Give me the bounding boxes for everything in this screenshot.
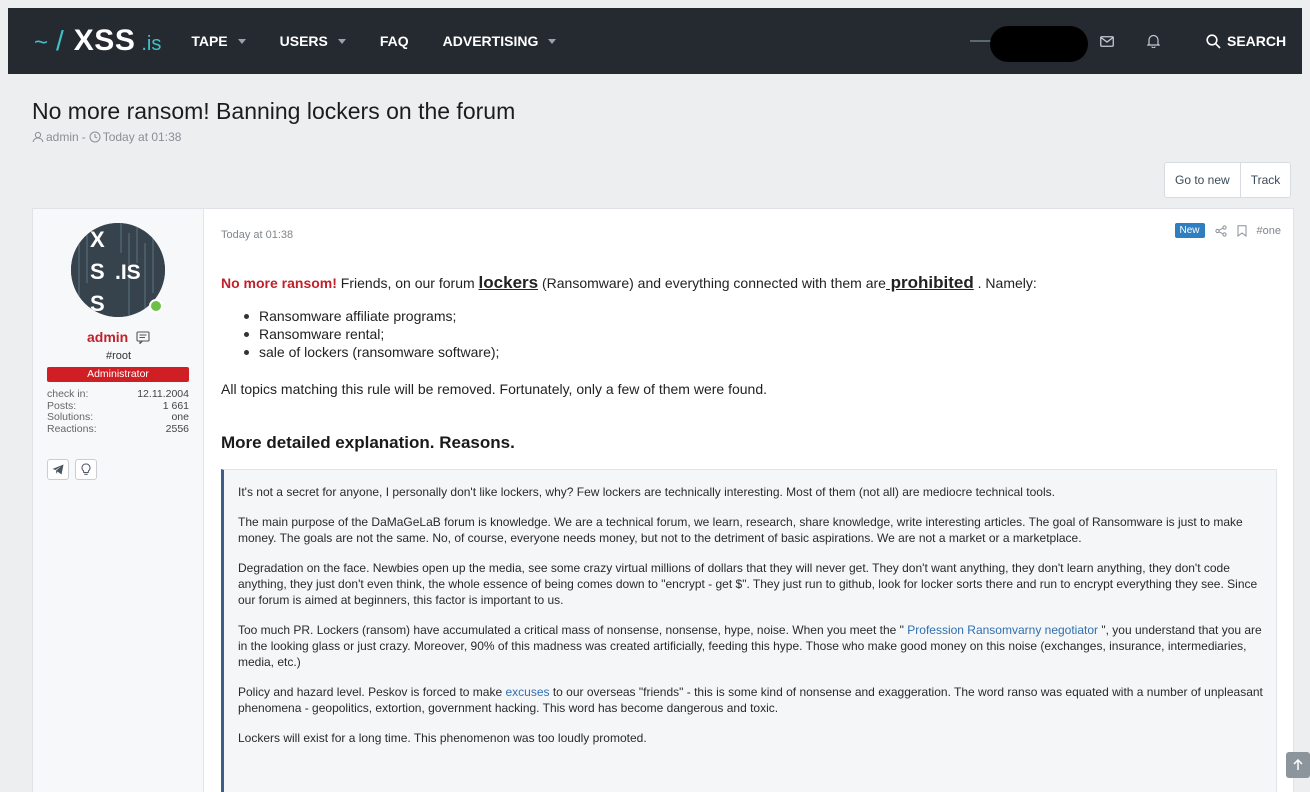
post-anchor-link[interactable]: #one (1257, 225, 1281, 237)
meta-separator: - (81, 130, 86, 144)
avatar-s1: S (90, 259, 105, 284)
nav-tape-label: TAPE (191, 33, 228, 49)
thread-author[interactable]: admin (46, 130, 79, 144)
stat-row: check in: 12.11.2004 (47, 388, 189, 401)
quote-paragraph: The main purpose of the DaMaGeLaB forum … (238, 515, 1243, 545)
chevron-down-icon (548, 38, 557, 44)
mail-icon[interactable] (1096, 30, 1118, 52)
stat-row: Solutions: one (47, 411, 189, 424)
track-button[interactable]: Track (1239, 163, 1291, 197)
stat-label: check in: (47, 388, 89, 400)
logo-slash: / (56, 25, 64, 56)
quote-block: It's not a secret for anyone, I personal… (221, 469, 1277, 792)
stat-row: Reactions: 2556 (47, 422, 189, 436)
nav-users-label: USERS (279, 33, 328, 49)
logo-tld: .is (141, 33, 162, 55)
post-actions: New #one (1174, 223, 1281, 238)
avatar-s2: S (90, 291, 105, 316)
list-item: sale of lockers (ransomware software); (221, 343, 1281, 361)
new-badge: New (1174, 223, 1205, 238)
quote-paragraph: It's not a secret for anyone, I personal… (238, 485, 1055, 499)
section-heading: More detailed explanation. Reasons. (221, 433, 515, 452)
user-contact-buttons (47, 459, 97, 480)
message-icon[interactable] (136, 330, 150, 344)
telegram-button[interactable] (47, 459, 69, 480)
avatar-x: X (90, 227, 105, 252)
search-label: SEARCH (1227, 33, 1287, 49)
main-nav: TAPE USERS FAQ ADVERTISING (191, 33, 590, 49)
nav-advertising[interactable]: ADVERTISING (443, 33, 557, 49)
post: X S .IS S admin #root Administrator chec… (32, 208, 1294, 792)
quote-paragraph: Lockers will exist for a long time. This… (238, 731, 647, 745)
quote-paragraph: Policy and hazard level. Peskov is force… (238, 684, 1264, 716)
lead-paragraph: No more ransom! Friends, on our forum lo… (221, 273, 1281, 293)
user-pane: X S .IS S admin #root Administrator chec… (33, 209, 204, 792)
search-button[interactable]: SEARCH (1206, 30, 1286, 52)
username[interactable]: admin (87, 329, 150, 345)
telegram-icon (52, 464, 64, 475)
quote-paragraph: Too much PR. Lockers (ransom) have accum… (238, 622, 1264, 670)
logo-tilde: ~ (34, 29, 49, 56)
excuses-link[interactable]: excuses (505, 685, 549, 699)
nav-users[interactable]: USERS (280, 33, 346, 49)
stat-label: Reactions: (47, 422, 97, 435)
go-to-new-button[interactable]: Go to new (1165, 163, 1240, 197)
lead-text-1: Friends, on our forum (336, 275, 479, 291)
share-icon[interactable] (1214, 224, 1227, 237)
prohibited-list: Ransomware affiliate programs; Ransomwar… (221, 307, 1281, 361)
bookmark-icon[interactable] (1237, 224, 1247, 237)
online-indicator-icon (149, 299, 163, 313)
lead-text-2: (Ransomware) and everything connected wi… (538, 275, 886, 291)
removal-note: All topics matching this rule will be re… (221, 381, 767, 397)
stat-value: 12.11.2004 (137, 388, 189, 400)
negotiator-link[interactable]: Profession Ransomvarny negotiator (907, 623, 1098, 637)
thread-meta: admin - Today at 01:38 (32, 130, 181, 144)
stat-label: Solutions: (47, 411, 94, 423)
post-time[interactable]: Today at 01:38 (221, 229, 293, 241)
quote-text: Too much PR. Lockers (ransom) have accum… (238, 623, 908, 637)
nav-faq[interactable]: FAQ (380, 33, 409, 49)
lead-prohibited: prohibited (885, 273, 974, 292)
lead-lockers: lockers (478, 273, 539, 292)
avatar-is: .IS (115, 261, 141, 284)
arrow-up-icon (1293, 759, 1303, 770)
user-stats: check in: 12.11.2004 Posts: 1 661 Solution… (47, 388, 189, 436)
list-item: Ransomware rental; (221, 325, 1281, 343)
user-title: #root (105, 350, 132, 362)
post-body: No more ransom! Friends, on our forum lo… (221, 273, 1281, 453)
redacted-user-menu[interactable] (990, 26, 1088, 62)
search-icon (1206, 33, 1221, 49)
jabber-button[interactable] (75, 459, 97, 480)
nav-tape[interactable]: TAPE (191, 33, 246, 49)
nav-faq-label: FAQ (379, 33, 409, 49)
list-item: Ransomware affiliate programs; (221, 307, 1281, 325)
quote-paragraph: Degradation on the face. Newbies open up… (238, 561, 1258, 607)
chevron-down-icon (337, 38, 346, 44)
top-navigation-bar: ~ / XSS .is TAPE USERS FAQ ADVERTISING S… (8, 8, 1302, 74)
thread-actions: Go to new Track (1164, 162, 1292, 198)
nav-advertising-label: ADVERTISING (442, 33, 539, 49)
logo-name: XSS (73, 24, 136, 57)
bell-icon[interactable] (1142, 30, 1164, 52)
lightbulb-icon (81, 463, 91, 475)
user-badge: Administrator (47, 367, 189, 382)
clock-icon (89, 131, 101, 143)
site-logo[interactable]: ~ / XSS .is (8, 24, 161, 58)
scroll-to-top-button[interactable] (1286, 752, 1310, 778)
user-icon (32, 131, 44, 143)
lead-text-3: . Namely: (973, 275, 1037, 291)
page-title: No more ransom! Banning lockers on the f… (32, 98, 516, 124)
stat-value: 2556 (165, 422, 189, 435)
chevron-down-icon (237, 38, 246, 44)
quote-text: Policy and hazard level. Peskov is force… (238, 685, 506, 699)
username-label: admin (87, 329, 129, 345)
lead-red-text: No more ransom! (221, 275, 337, 291)
thread-time[interactable]: Today at 01:38 (103, 130, 182, 144)
stat-value: one (171, 411, 189, 423)
